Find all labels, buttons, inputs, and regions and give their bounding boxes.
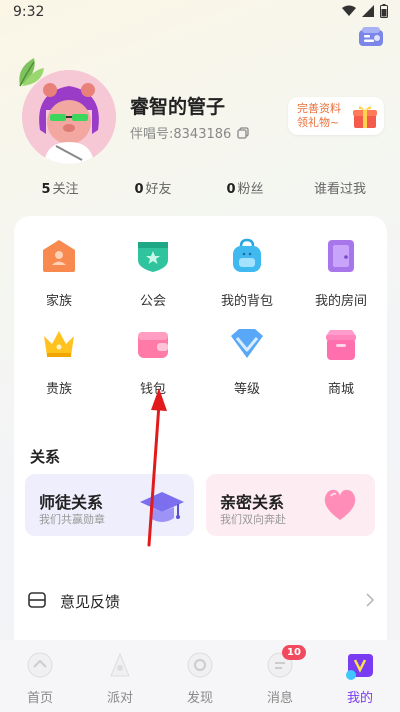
- tab-label: 我的: [346, 691, 373, 706]
- user-id-text: 伴唱号:8343186: [130, 127, 232, 142]
- mentor-relation-card[interactable]: 师徒关系 我们共赢勋章: [25, 474, 194, 536]
- menu-item-nobility[interactable]: 贵族: [19, 326, 99, 397]
- crown-icon: [44, 331, 74, 357]
- relations-section-title: 关系: [30, 448, 61, 466]
- menu-label: 我的背包: [220, 294, 273, 309]
- menu-item-wallet[interactable]: 钱包: [113, 326, 193, 397]
- signal-icon: [362, 5, 374, 17]
- menu-label: 商城: [327, 382, 354, 397]
- status-time: 9:32: [13, 4, 45, 20]
- level-diamond-icon: [231, 329, 263, 358]
- room-door-icon: [328, 240, 354, 272]
- id-card-icon: [359, 27, 383, 46]
- menu-label: 等级: [233, 382, 260, 397]
- promo-line-1: 完善资料: [297, 102, 341, 115]
- stats-row: 5 关注 0 好友 0 粉丝 谁看过我: [0, 178, 400, 202]
- tab-home[interactable]: 首页: [10, 650, 70, 706]
- stat-label: 关注: [52, 182, 79, 197]
- stat-count: 0: [134, 182, 144, 197]
- home-tab-icon: [27, 652, 53, 678]
- copy-icon[interactable]: [237, 126, 249, 139]
- mentor-relation-title: 师徒关系: [39, 493, 104, 512]
- guild-icon: [138, 242, 168, 272]
- stat-following[interactable]: 5 关注: [30, 178, 90, 197]
- stat-friends[interactable]: 0 好友: [123, 178, 183, 197]
- user-id: 伴唱号:8343186: [130, 123, 249, 142]
- avatar[interactable]: [22, 70, 116, 164]
- promo-text: 完善资料 领礼物~: [297, 102, 341, 130]
- tab-label: 首页: [26, 691, 53, 706]
- intimate-relation-subtitle: 我们双向奔赴: [220, 513, 286, 526]
- menu-label: 贵族: [45, 382, 72, 397]
- feedback-label: 意见反馈: [60, 593, 121, 611]
- tab-me[interactable]: 我的: [330, 650, 390, 706]
- intimate-relation-card[interactable]: 亲密关系 我们双向奔赴: [206, 474, 375, 536]
- promo-line-2: 领礼物~: [297, 116, 340, 129]
- graduation-cap-icon: [140, 492, 184, 522]
- avatar-character-icon: [22, 70, 116, 164]
- complete-profile-promo[interactable]: 完善资料 领礼物~: [288, 97, 384, 135]
- menu-item-backpack[interactable]: 我的背包: [207, 238, 287, 309]
- family-icon: [43, 240, 75, 272]
- menu-item-family[interactable]: 家族: [19, 238, 99, 309]
- menu-item-my-room[interactable]: 我的房间: [301, 238, 381, 309]
- gift-icon: [353, 106, 377, 128]
- me-tab-icon: [346, 654, 373, 680]
- wallet-icon: [138, 332, 168, 358]
- feedback-icon: [28, 592, 46, 608]
- tab-label: 发现: [186, 691, 213, 706]
- heart-icon: [324, 489, 356, 520]
- tab-messages[interactable]: 10 消息: [250, 645, 310, 706]
- stat-label: 好友: [145, 182, 172, 197]
- avatar-wrapper[interactable]: [10, 52, 120, 164]
- menu-label: 家族: [45, 294, 72, 309]
- menu-item-shop[interactable]: 商城: [301, 326, 381, 397]
- menu-label: 公会: [139, 294, 166, 309]
- chevron-right-icon: [366, 593, 375, 607]
- menu-item-level[interactable]: 等级: [207, 326, 287, 397]
- tab-label: 派对: [106, 691, 133, 706]
- intimate-relation-title: 亲密关系: [220, 493, 285, 512]
- tab-label: 消息: [266, 691, 293, 706]
- party-tab-icon: [110, 652, 130, 677]
- stat-visitors[interactable]: 谁看过我: [305, 178, 375, 197]
- menu-label: 我的房间: [314, 294, 367, 309]
- username: 睿智的管子: [130, 96, 226, 118]
- tab-party[interactable]: 派对: [90, 650, 150, 706]
- status-icons: [342, 4, 388, 18]
- stat-fans[interactable]: 0 粉丝: [215, 178, 275, 197]
- menu-label: 钱包: [139, 382, 166, 397]
- stat-count: 5: [41, 182, 51, 197]
- stat-label: 粉丝: [237, 182, 264, 197]
- stat-label: 谁看过我: [313, 182, 366, 197]
- messages-badge: 10: [282, 645, 306, 660]
- discover-tab-icon: [187, 652, 213, 678]
- wifi-icon: [342, 5, 356, 16]
- tab-discover[interactable]: 发现: [170, 650, 230, 706]
- backpack-icon: [233, 238, 261, 272]
- feedback-row[interactable]: 意见反馈: [14, 580, 387, 620]
- status-bar: 9:32: [0, 0, 400, 24]
- mentor-relation-subtitle: 我们共赢勋章: [39, 513, 105, 526]
- menu-item-guild[interactable]: 公会: [113, 238, 193, 309]
- id-card-button[interactable]: [356, 22, 386, 52]
- stat-count: 0: [226, 182, 236, 197]
- bottom-tab-bar: 首页 派对 发现 10 消息 我的: [0, 640, 400, 712]
- battery-icon: [380, 4, 388, 18]
- shop-box-icon: [326, 330, 356, 360]
